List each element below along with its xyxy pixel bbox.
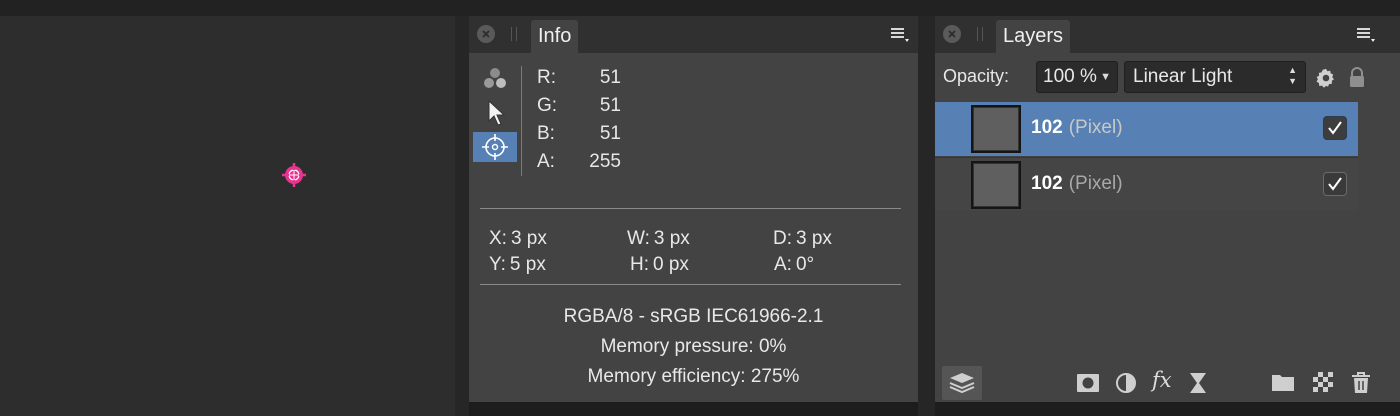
metric-key: X:: [489, 228, 507, 249]
adjustment-icon[interactable]: [1115, 372, 1137, 394]
layers-panel: Layers Opacity: 100 % ▼ Linear Light ▲ ▼ …: [935, 16, 1400, 402]
metric-key: D:: [773, 228, 792, 249]
mask-icon[interactable]: [1076, 372, 1100, 394]
info-mode-toolbar: [473, 64, 519, 178]
rgba-b-row: B: 51: [537, 123, 627, 151]
visibility-checkbox[interactable]: [1323, 172, 1347, 196]
metric-value: 3 px: [796, 228, 832, 249]
hourglass-icon[interactable]: [1188, 372, 1208, 394]
fx-icon[interactable]: fx: [1152, 368, 1172, 392]
rgba-key: G:: [537, 95, 558, 116]
layer-type: (Pixel): [1068, 117, 1123, 138]
panel-menu-icon[interactable]: [1355, 26, 1377, 44]
rgba-value: 51: [599, 67, 621, 88]
metric-key: W:: [627, 228, 650, 249]
metric-x: X: 3 px: [489, 228, 547, 250]
memory-pressure-text: Memory pressure: 0%: [600, 336, 787, 357]
color-channels-icon[interactable]: [473, 64, 517, 94]
divider: [480, 284, 901, 285]
info-panel: Info R: 51 G: 51 B: 51 A: 255 X: 3 px Y:…: [469, 16, 918, 402]
layer-row[interactable]: 102 (Pixel): [935, 102, 1358, 156]
drag-handle-icon[interactable]: [511, 27, 517, 41]
layer-row[interactable]: 102 (Pixel): [935, 157, 1358, 211]
rgba-a-row: A: 255: [537, 151, 627, 179]
tab-info[interactable]: Info: [531, 20, 579, 53]
tab-layers[interactable]: Layers: [996, 20, 1071, 53]
panel-menu-icon[interactable]: [889, 26, 911, 44]
metric-d: D: 3 px: [773, 228, 832, 250]
metric-value: 3 px: [510, 228, 547, 249]
lock-icon[interactable]: [1348, 66, 1366, 90]
layers-stack-icon[interactable]: [942, 366, 982, 400]
layers-toolbar: fx: [935, 364, 1400, 402]
layer-thumbnail: [971, 161, 1021, 209]
layer-thumbnail: [971, 105, 1021, 153]
layer-name[interactable]: 102 (Pixel): [1031, 173, 1123, 195]
trash-icon[interactable]: [1351, 372, 1371, 394]
opacity-field[interactable]: 100 % ▼: [1036, 61, 1118, 93]
metric-w: W: 3 px: [627, 228, 690, 250]
opacity-label: Opacity:: [943, 66, 1010, 86]
rgba-key: A:: [537, 151, 555, 172]
rgba-g-row: G: 51: [537, 95, 627, 123]
memory-efficiency-text: Memory efficiency: 275%: [587, 366, 800, 387]
divider: [480, 208, 901, 209]
color-profile-text: RGBA/8 - sRGB IEC61966-2.1: [563, 306, 824, 327]
rgba-key: R:: [537, 67, 556, 88]
opacity-value: 100 %: [1043, 66, 1097, 87]
layer-name[interactable]: 102 (Pixel): [1031, 117, 1123, 139]
visibility-checkbox[interactable]: [1323, 116, 1347, 140]
rgba-value: 51: [599, 95, 621, 116]
chevron-down-icon: ▼: [1100, 71, 1111, 83]
metric-value: 5 px: [509, 254, 546, 275]
layer-title: 102: [1031, 117, 1063, 138]
gear-icon[interactable]: [1315, 67, 1337, 89]
metric-value: 3 px: [653, 228, 690, 249]
metric-value: 0 px: [653, 254, 689, 275]
blend-mode-select[interactable]: Linear Light ▲ ▼: [1124, 61, 1306, 93]
divider: [521, 66, 522, 176]
document-canvas[interactable]: [0, 16, 455, 416]
panel-gutter: [455, 16, 469, 416]
metric-key: H:: [630, 254, 649, 275]
metric-y: Y: 5 px: [489, 254, 546, 276]
crosshair-icon[interactable]: [473, 132, 517, 162]
metric-key: A:: [774, 254, 792, 275]
close-icon[interactable]: [477, 25, 495, 43]
rgba-r-row: R: 51: [537, 67, 627, 95]
layer-type: (Pixel): [1068, 173, 1123, 194]
stepper-arrows-icon: ▲ ▼: [1288, 65, 1297, 86]
rgba-key: B:: [537, 123, 555, 144]
color-sampler-target-icon[interactable]: [280, 161, 308, 189]
layer-title: 102: [1031, 173, 1063, 194]
folder-icon[interactable]: [1271, 372, 1295, 392]
checkmark-icon: [1328, 177, 1342, 191]
pixel-layer-icon[interactable]: [1313, 372, 1333, 392]
metric-a: A: 0°: [774, 254, 814, 276]
rgba-value: 51: [599, 123, 621, 144]
blend-mode-value: Linear Light: [1133, 66, 1233, 87]
metric-value: 0°: [795, 254, 815, 275]
close-icon[interactable]: [943, 25, 961, 43]
checkmark-icon: [1328, 121, 1342, 135]
layer-options-bar: Opacity: 100 % ▼ Linear Light ▲ ▼: [935, 53, 1400, 103]
top-bar: [0, 0, 1400, 16]
panel-gutter: [918, 16, 935, 416]
rgba-value: 255: [589, 151, 621, 172]
drag-handle-icon[interactable]: [977, 27, 983, 41]
layers-panel-header: Layers: [935, 16, 1400, 53]
pointer-icon[interactable]: [473, 98, 517, 128]
metric-key: Y:: [489, 254, 506, 275]
metric-h: H: 0 px: [630, 254, 689, 276]
info-panel-header: Info: [469, 16, 918, 53]
